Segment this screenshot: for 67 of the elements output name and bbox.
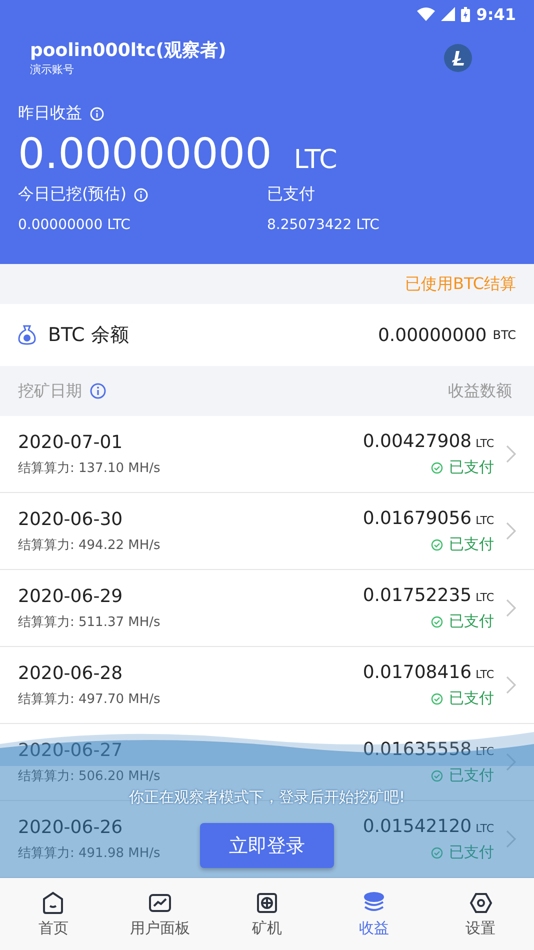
chevron-right-icon	[506, 445, 516, 463]
miner-icon	[254, 890, 279, 914]
signal-icon	[441, 7, 456, 21]
stat-value: 8.25073422 LTC	[267, 217, 380, 233]
row-date: 2020-06-29	[18, 586, 123, 606]
row-date: 2020-06-28	[18, 662, 123, 684]
nav-tab[interactable]: 收益	[320, 878, 428, 950]
row-amount: 0.00427908	[362, 431, 472, 452]
nav-tab[interactable]: 矿机	[214, 878, 320, 950]
row-amount: 0.01752235	[362, 585, 472, 606]
row-amount: 0.01708416	[362, 662, 472, 683]
account-name: poolin000ltc(观察者)	[30, 39, 226, 62]
stat-value: 0.00000000 LTC	[18, 217, 132, 233]
nav-tab[interactable]: 用户面板	[106, 878, 214, 950]
money-bag-icon	[18, 325, 36, 345]
row-unit: LTC	[476, 437, 494, 450]
status-time: 9:41	[476, 4, 516, 24]
row-status: 已支付	[449, 458, 494, 477]
row-hashrate: 结算算力: 497.70 MH/s	[18, 690, 160, 708]
stat-label: 今日已挖(预估)	[18, 184, 126, 205]
battery-icon	[461, 6, 470, 22]
wifi-icon	[417, 7, 436, 21]
row-hashrate: 结算算力: 494.22 MH/s	[18, 536, 160, 554]
balance-label: BTC 余额	[48, 323, 129, 348]
banner-message: 你正在观察者模式下，登录后开始挖矿吧!	[128, 789, 405, 806]
row-unit: LTC	[476, 514, 494, 527]
row-status: 已支付	[449, 535, 494, 554]
row-status: 已支付	[449, 766, 494, 785]
row-date: 2020-06-26	[18, 816, 123, 838]
yesterday-label: 昨日收益	[18, 103, 82, 124]
nav-tab[interactable]: 首页	[0, 878, 107, 950]
yesterday-amount: 0.00000000	[18, 130, 272, 178]
row-amount: 0.01679056	[362, 508, 472, 529]
row-amount: 0.01635558	[362, 739, 472, 760]
row-date: 2020-06-27	[18, 740, 123, 760]
chevron-right-icon	[506, 753, 516, 771]
row-hashrate: 结算算力: 137.10 MH/s	[18, 460, 160, 476]
coin-icon[interactable]	[444, 44, 472, 72]
login-button[interactable]: 立即登录	[200, 823, 334, 868]
row-unit: LTC	[476, 591, 494, 604]
nav-tab[interactable]: 设置	[427, 878, 534, 950]
info-icon[interactable]	[90, 383, 106, 399]
row-unit: LTC	[476, 822, 494, 835]
row-status: 已支付	[449, 843, 494, 862]
balance-amount: 0.00000000	[378, 324, 487, 346]
settlement-note: 已使用BTC结算	[405, 274, 516, 294]
row-hashrate: 结算算力: 506.20 MH/s	[18, 768, 160, 784]
row-hashrate: 结算算力: 491.98 MH/s	[18, 844, 160, 862]
chevron-right-icon	[506, 599, 516, 617]
row-amount: 0.01542120	[362, 816, 472, 837]
row-date: 2020-06-30	[18, 508, 123, 530]
column-heading: 挖矿日期	[18, 380, 82, 402]
balance-unit: BTC	[492, 328, 516, 342]
chevron-right-icon	[506, 522, 516, 540]
row-date: 2020-07-01	[18, 432, 123, 452]
yesterday-unit: LTC	[294, 145, 338, 175]
row-hashrate: 结算算力: 511.37 MH/s	[18, 614, 160, 630]
row-status: 已支付	[449, 689, 494, 708]
chevron-right-icon	[506, 676, 516, 694]
row-unit: LTC	[476, 668, 494, 681]
account-subtitle: 演示账号	[30, 62, 75, 77]
row-status: 已支付	[449, 612, 494, 631]
chevron-right-icon	[506, 830, 516, 848]
settings-icon	[468, 890, 493, 914]
house-icon	[41, 890, 66, 914]
column-heading: 收益数额	[448, 380, 512, 402]
stat-label: 已支付	[267, 184, 315, 205]
